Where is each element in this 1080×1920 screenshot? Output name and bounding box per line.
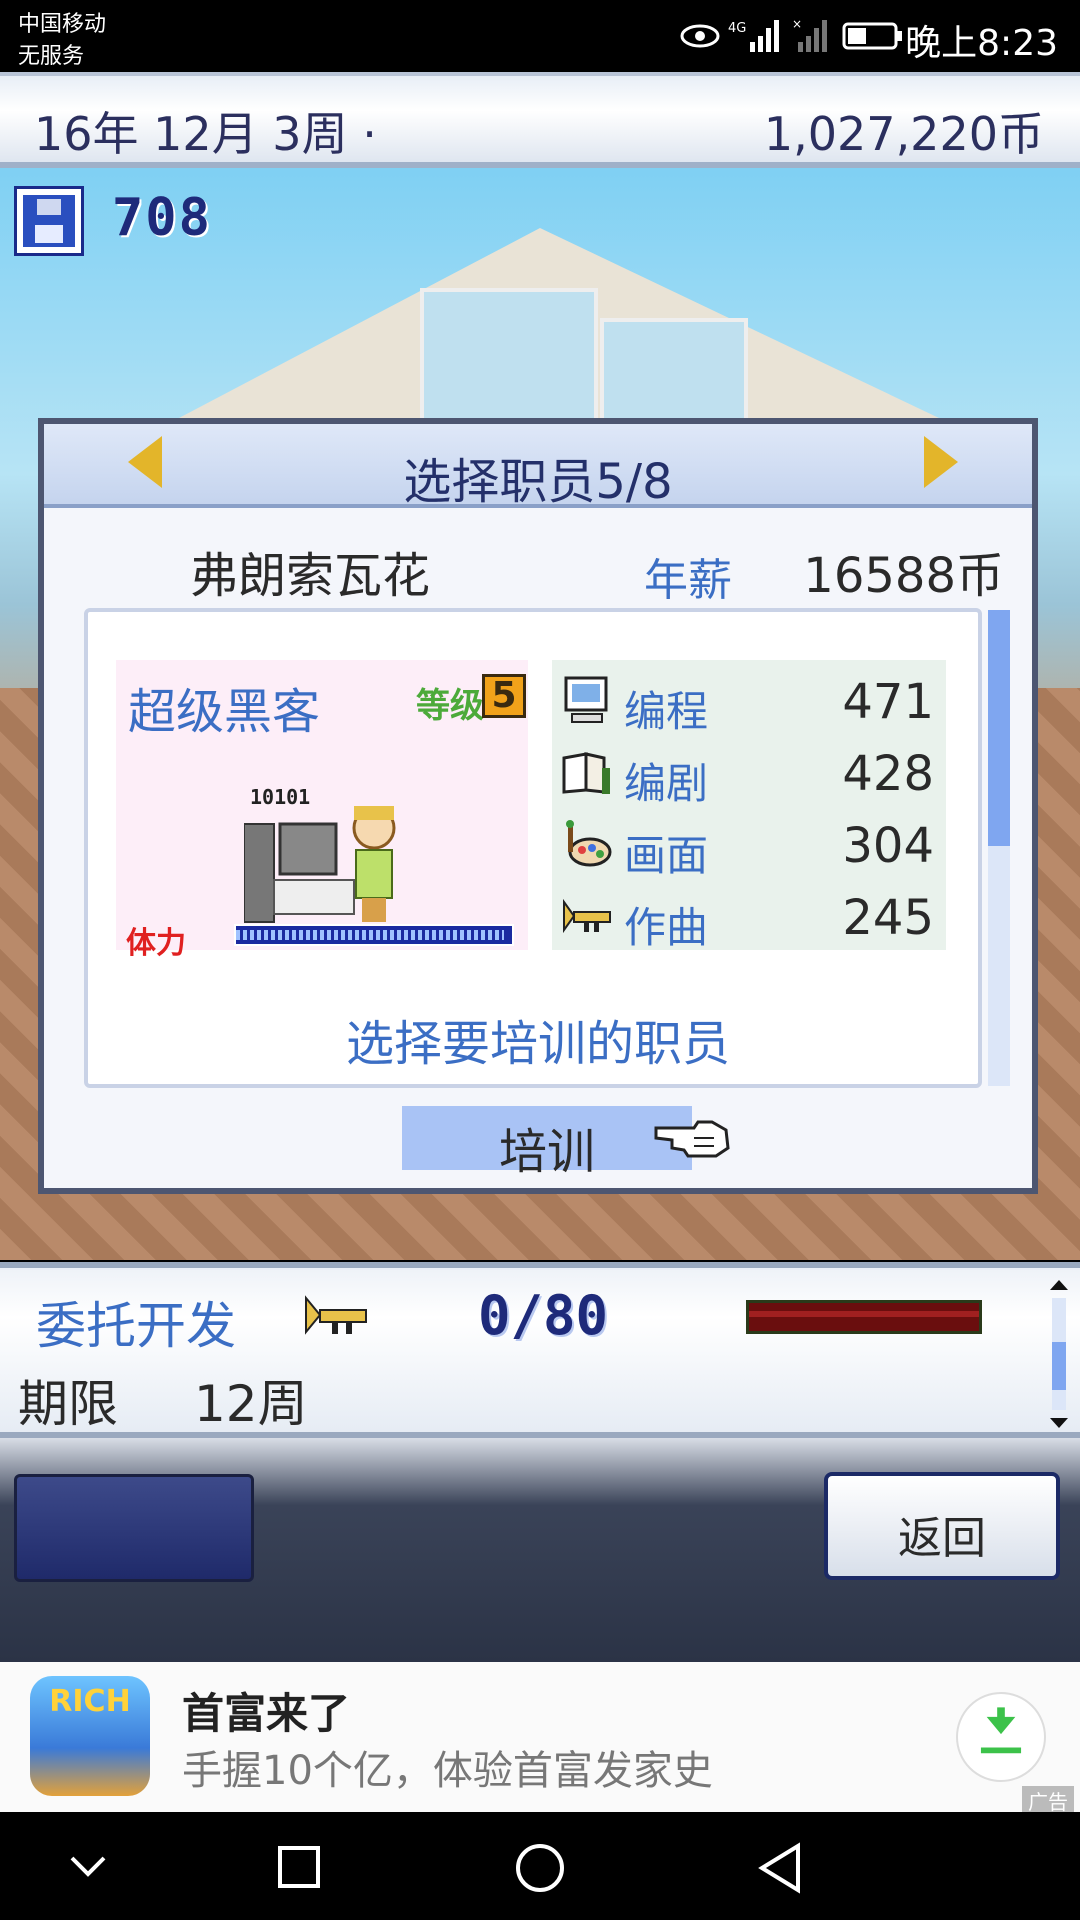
deadline-value: 12周 xyxy=(194,1375,308,1433)
signal-4g-icon: 4G xyxy=(728,20,779,52)
scroll-up-icon xyxy=(1050,1280,1068,1290)
eye-icon xyxy=(680,24,720,48)
stat-value: 245 xyxy=(842,890,934,946)
salary-value: 16588币 xyxy=(803,548,1004,604)
pointing-hand-icon xyxy=(654,1120,730,1158)
dialog-header: 选择职员5/8 xyxy=(44,424,1032,510)
scrollbar-thumb[interactable] xyxy=(988,610,1010,846)
instruction-text: 选择要培训的职员 xyxy=(345,1016,730,1072)
energy-bar-fill xyxy=(236,930,504,940)
stat-value: 471 xyxy=(842,674,934,730)
stat-row-music: 作曲 245 xyxy=(552,880,946,952)
contract-progress: 0/80 xyxy=(478,1284,609,1347)
stat-row-programming: 编程 471 xyxy=(552,664,946,736)
skill-stats: 编程 471 编剧 428 画面 304 作曲 245 xyxy=(552,660,946,952)
carrier-name: 中国移动 xyxy=(18,12,107,37)
carrier-status: 无服务 xyxy=(18,44,85,69)
ad-subtitle: 手握10个亿，体验首富发家史 xyxy=(182,1748,713,1794)
top-info-bar: 16年 12月 3周 · 1,027,220币 xyxy=(0,72,1080,168)
palette-icon xyxy=(566,820,612,867)
funds-display: 1,027,220币 xyxy=(763,107,1044,161)
deadline-label: 期限 xyxy=(18,1375,118,1433)
stat-value: 304 xyxy=(842,818,934,874)
stat-label: 作曲 xyxy=(624,903,709,952)
signal-none-icon: × xyxy=(792,17,827,52)
back-button-label: 返回 xyxy=(898,1513,986,1564)
book-icon xyxy=(562,752,610,794)
stat-row-scenario: 编剧 428 xyxy=(552,736,946,808)
ad-banner[interactable]: RICH 首富来了 手握10个亿，体验首富发家史 广告 xyxy=(0,1662,1080,1815)
stat-label: 编剧 xyxy=(624,759,709,808)
svg-text:4G: 4G xyxy=(728,21,746,36)
salary-label: 年薪 xyxy=(644,555,732,606)
download-icon xyxy=(980,1707,1022,1754)
next-staff-arrow-icon[interactable] xyxy=(924,436,958,488)
clock: 晚上8:23 xyxy=(905,23,1058,64)
computer-icon xyxy=(564,676,608,723)
ad-title: 首富来了 xyxy=(182,1689,351,1738)
stat-value: 428 xyxy=(842,746,934,802)
trumpet-icon xyxy=(305,1295,367,1335)
back-nav-icon[interactable] xyxy=(756,1842,804,1894)
game-date: 16年 12月 3周 · xyxy=(34,107,377,161)
select-staff-dialog: 选择职员5/8 弗朗索瓦花 年薪 16588币 超级黑客 等级 5 10101 … xyxy=(38,418,1038,1194)
job-title: 超级黑客 xyxy=(128,684,321,740)
train-button[interactable]: 培训 xyxy=(402,1106,692,1180)
scroll-down-icon xyxy=(1050,1418,1068,1428)
system-nav-bar xyxy=(0,1812,1080,1920)
floppy-disk-icon xyxy=(23,195,75,247)
battery-icon xyxy=(842,22,902,50)
sprite-code-text: 10101 xyxy=(250,785,310,809)
home-icon[interactable] xyxy=(514,1842,566,1894)
ad-app-icon[interactable]: RICH xyxy=(30,1676,150,1796)
panel-scrollbar[interactable] xyxy=(1048,1276,1070,1432)
save-button[interactable] xyxy=(14,186,84,256)
stat-label: 画面 xyxy=(624,831,709,880)
collapse-down-icon[interactable] xyxy=(66,1846,110,1886)
menu-area: 返回 xyxy=(0,1438,1080,1662)
menu-slot-button[interactable] xyxy=(14,1474,254,1582)
train-button-label: 培训 xyxy=(498,1124,595,1180)
contract-label: 委托开发 xyxy=(36,1297,236,1355)
staff-character-sprite: 10101 xyxy=(244,785,396,923)
trumpet-icon xyxy=(563,898,611,934)
contract-info-panel: 委托开发 0/80 期限 12周 xyxy=(0,1262,1080,1438)
status-bar: 中国移动 无服务 4G × 晚上8:23 xyxy=(0,0,1080,72)
recent-apps-icon[interactable] xyxy=(276,1844,322,1890)
research-points: 708 xyxy=(112,188,212,248)
ad-app-icon-text: RICH xyxy=(49,1684,131,1719)
ad-label: 广告 xyxy=(1022,1786,1074,1815)
level-label: 等级 xyxy=(416,686,484,726)
svg-text:×: × xyxy=(792,17,802,31)
stat-row-graphics: 画面 304 xyxy=(552,808,946,880)
download-button[interactable] xyxy=(956,1692,1046,1782)
employee-name: 弗朗索瓦花 xyxy=(190,548,431,604)
level-badge: 5 xyxy=(482,674,526,718)
energy-label: 体力 xyxy=(126,926,186,961)
energy-bar xyxy=(234,924,514,946)
stat-label: 编程 xyxy=(624,687,709,736)
previous-staff-arrow-icon[interactable] xyxy=(128,436,162,488)
contract-progress-bar xyxy=(746,1300,982,1334)
back-button[interactable]: 返回 xyxy=(824,1472,1060,1580)
dialog-title: 选择职员5/8 xyxy=(403,454,673,510)
